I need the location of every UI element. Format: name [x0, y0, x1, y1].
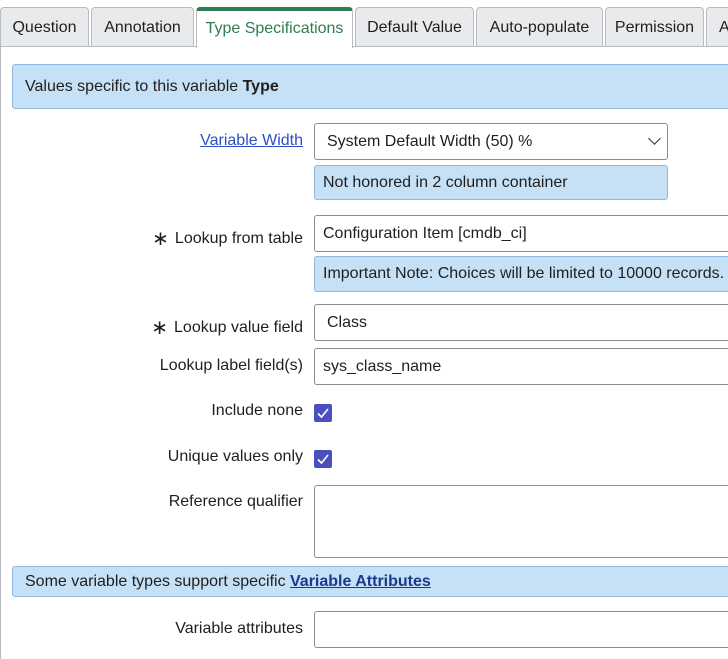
unique-values-label-text: Unique values only: [167, 448, 303, 465]
attributes-info-banner: Some variable types support specific Var…: [12, 566, 728, 597]
panel-border: [0, 46, 1, 659]
variable-width-label[interactable]: Variable Width: [200, 132, 303, 150]
variable-width-note: Not honored in 2 column container: [314, 165, 668, 200]
tab-bar: Question Annotation Type Specifications …: [0, 0, 728, 48]
variable-width-link[interactable]: Variable Width: [200, 132, 303, 149]
lookup-value-value: Class: [327, 314, 368, 331]
lookup-table-input[interactable]: Configuration Item [cmdb_ci]: [314, 215, 728, 252]
lookup-table-label-text: Lookup from table: [174, 230, 303, 247]
variable-width-note-text: Not honored in 2 column container: [323, 174, 568, 191]
tab-auto-populate[interactable]: Auto-populate: [476, 7, 603, 46]
lookup-label-label: Lookup label field(s): [160, 357, 303, 375]
type-info-banner: Values specific to this variable Type: [12, 64, 728, 109]
lookup-label-value: sys_class_name: [323, 358, 442, 375]
tab-question[interactable]: Question: [0, 7, 89, 46]
variable-attributes-label: Variable attributes: [175, 620, 303, 638]
lookup-value-label-text: Lookup value field: [174, 319, 303, 336]
variable-attributes-label-text: Variable attributes: [175, 620, 303, 637]
tab-overflow[interactable]: A: [706, 7, 728, 46]
include-none-label-text: Include none: [211, 402, 303, 419]
lookup-table-value: Configuration Item [cmdb_ci]: [323, 225, 527, 242]
required-icon: ∗: [151, 317, 169, 339]
lookup-label-label-text: Lookup label field(s): [159, 357, 303, 374]
lookup-label-input[interactable]: sys_class_name: [314, 348, 728, 385]
chevron-down-icon: [648, 132, 661, 145]
type-banner-bold: Type: [242, 78, 279, 95]
variable-attributes-input[interactable]: [314, 611, 728, 648]
required-icon: ∗: [152, 228, 169, 250]
variable-width-value: System Default Width (50) %: [327, 133, 533, 150]
include-none-label: Include none: [211, 402, 303, 420]
lookup-value-select[interactable]: Class: [314, 304, 728, 341]
tab-divider: [0, 46, 728, 47]
type-banner-text: Values specific to this variable: [25, 78, 243, 95]
variable-attributes-link[interactable]: Variable Attributes: [290, 573, 431, 590]
unique-values-label: Unique values only: [168, 448, 303, 466]
reference-qualifier-textarea[interactable]: [314, 485, 728, 558]
unique-values-checkbox[interactable]: [314, 450, 332, 468]
reference-qualifier-label-text: Reference qualifier: [168, 493, 303, 510]
tab-annotation[interactable]: Annotation: [91, 7, 194, 46]
reference-qualifier-label: Reference qualifier: [169, 493, 303, 511]
tab-type-specifications[interactable]: Type Specifications: [196, 7, 353, 48]
lookup-table-note: Important Note: Choices will be limited …: [314, 256, 728, 292]
attributes-banner-text: Some variable types support specific: [25, 573, 291, 590]
lookup-value-label: ∗ Lookup value field: [151, 313, 303, 339]
lookup-table-note-text: Important Note: Choices will be limited …: [323, 265, 728, 282]
checkmark-icon: [317, 454, 329, 465]
include-none-checkbox[interactable]: [314, 404, 332, 422]
tab-permission[interactable]: Permission: [605, 7, 704, 46]
checkmark-icon: [317, 408, 329, 419]
lookup-table-label: ∗ Lookup from table: [152, 224, 303, 250]
tab-default-value[interactable]: Default Value: [355, 7, 474, 46]
variable-width-select[interactable]: System Default Width (50) %: [314, 123, 668, 160]
